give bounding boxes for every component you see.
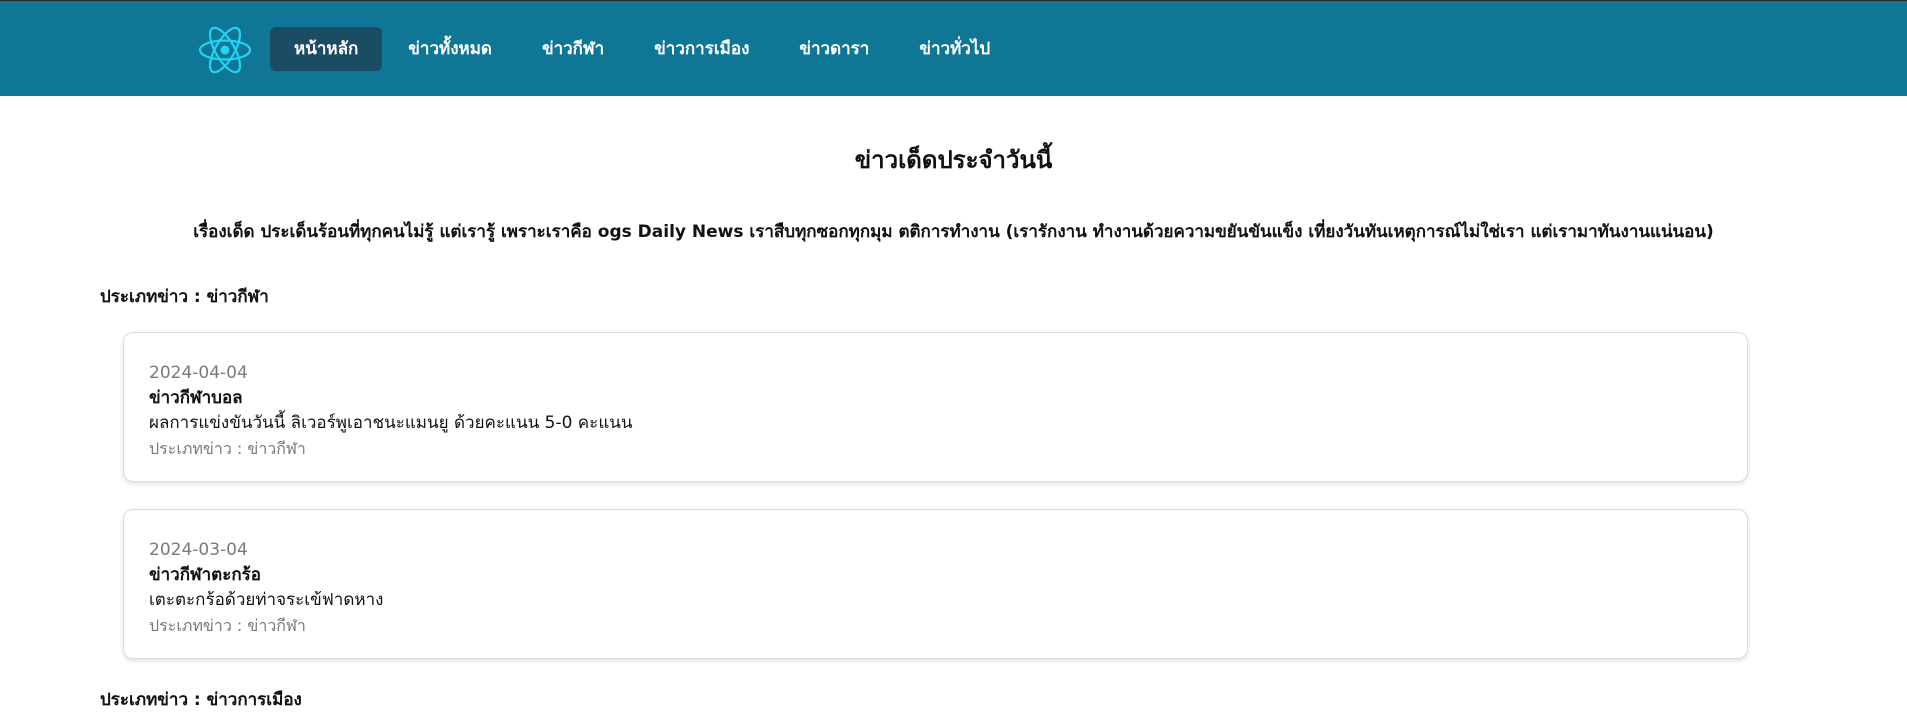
nav-item-celebrity[interactable]: ข่าวดารา (775, 27, 893, 71)
news-date: 2024-04-04 (149, 363, 248, 383)
news-card[interactable]: 2024-03-04 ข่าวกีฬาตะกร้อ เตะตะกร้อด้วยท… (123, 509, 1748, 659)
news-body: เตะตะกร้อด้วยท่าจระเข้ฟาดหาง (149, 590, 384, 610)
page-title: ข่าวเด็ดประจำวันนี้ (854, 146, 1053, 174)
nav-item-all-news[interactable]: ข่าวทั้งหมด (384, 27, 516, 71)
category-heading-sports: ประเภทข่าว : ข่าวกีฬา (100, 287, 269, 307)
intro-text: เรื่องเด็ด ประเด็นร้อนที่ทุกคนไม่รู้ แต่… (193, 222, 1714, 242)
news-title: ข่าวกีฬาตะกร้อ (149, 565, 261, 585)
nav-item-sports[interactable]: ข่าวกีฬา (518, 27, 628, 71)
news-card[interactable]: 2024-04-04 ข่าวกีฬาบอล ผลการแข่งขันวันนี… (123, 332, 1748, 482)
news-title: ข่าวกีฬาบอล (149, 388, 243, 408)
nav-item-home[interactable]: หน้าหลัก (270, 27, 383, 71)
news-date: 2024-03-04 (149, 540, 248, 560)
top-navbar: หน้าหลัก ข่าวทั้งหมด ข่าวกีฬา ข่าวการเมื… (0, 0, 1907, 96)
news-type: ประเภทข่าว : ข่าวกีฬา (149, 439, 306, 458)
category-heading-politics: ประเภทข่าว : ข่าวการเมือง (100, 690, 302, 710)
react-atom-icon[interactable] (198, 23, 252, 77)
news-type: ประเภทข่าว : ข่าวกีฬา (149, 616, 306, 635)
news-body: ผลการแข่งขันวันนี้ ลิเวอร์พูเอาชนะแมนยู … (149, 413, 633, 433)
nav-item-general[interactable]: ข่าวทั่วไป (895, 27, 1014, 71)
nav-item-politics[interactable]: ข่าวการเมือง (630, 27, 773, 71)
